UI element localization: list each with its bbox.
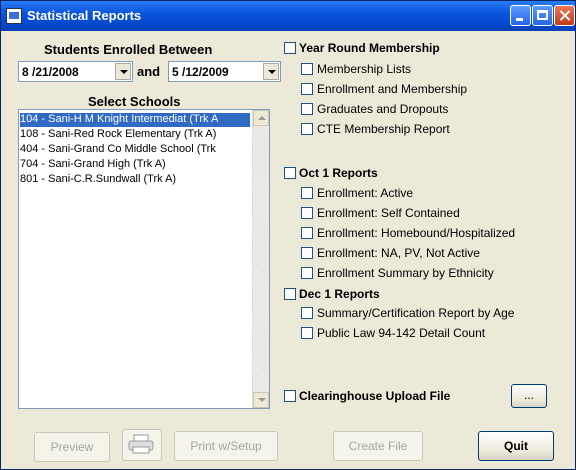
maximize-button[interactable] [532, 5, 553, 26]
school-item[interactable]: 704 - Sani-Grand High (Trk A) [20, 158, 250, 172]
enrollment-self-contained-label: Enrollment: Self Contained [317, 206, 460, 220]
membership-lists-label: Membership Lists [317, 62, 412, 76]
enrollment-ethnicity-checkbox[interactable] [301, 267, 313, 279]
browse-button[interactable]: ... [511, 384, 547, 408]
start-date-value: 8 /21/2008 [22, 65, 79, 79]
preview-button[interactable]: Preview [34, 432, 110, 462]
enrollment-homebound-checkbox[interactable] [301, 227, 313, 239]
and-label: and [137, 64, 161, 79]
oct1-checkbox[interactable] [284, 167, 296, 179]
graduates-dropouts-label: Graduates and Dropouts [317, 102, 449, 116]
end-date-combo[interactable]: 5 /12/2009 [168, 61, 281, 82]
summary-certification-checkbox[interactable] [301, 307, 313, 319]
enrollment-self-contained-checkbox[interactable] [301, 207, 313, 219]
membership-lists-checkbox[interactable] [301, 63, 313, 75]
print-button[interactable] [122, 429, 162, 461]
create-file-button[interactable]: Create File [333, 431, 423, 461]
enrollment-ethnicity-label: Enrollment Summary by Ethnicity [317, 266, 494, 280]
enrollment-active-checkbox[interactable] [301, 187, 313, 199]
enrollment-membership-checkbox[interactable] [301, 83, 313, 95]
public-law-label: Public Law 94-142 Detail Count [317, 326, 486, 340]
cte-membership-label: CTE Membership Report [317, 122, 450, 136]
scroll-down-icon[interactable] [253, 392, 269, 408]
close-button[interactable] [554, 5, 575, 26]
year-round-checkbox[interactable] [284, 42, 296, 54]
scroll-up-icon[interactable] [253, 110, 269, 126]
enrollment-homebound-label: Enrollment: Homebound/Hospitalized [317, 226, 516, 240]
clearinghouse-label: Clearinghouse Upload File [299, 389, 451, 403]
year-round-label: Year Round Membership [299, 41, 440, 55]
oct1-label: Oct 1 Reports [299, 166, 378, 180]
end-date-dropdown-icon[interactable] [263, 63, 279, 80]
school-item[interactable]: 104 - Sani-H M Knight Intermediat (Trk A [20, 113, 250, 127]
cte-membership-checkbox[interactable] [301, 123, 313, 135]
window-title: Statistical Reports [27, 8, 142, 23]
school-item[interactable]: 801 - Sani-C.R.Sundwall (Trk A) [20, 173, 250, 187]
enrollment-membership-label: Enrollment and Membership [317, 82, 468, 96]
school-item[interactable]: 404 - Sani-Grand Co Middle School (Trk [20, 143, 250, 157]
app-icon [6, 8, 22, 24]
public-law-checkbox[interactable] [301, 327, 313, 339]
dec1-label: Dec 1 Reports [299, 287, 380, 301]
print-setup-button[interactable]: Print w/Setup [174, 431, 278, 461]
date-range-label: Students Enrolled Between [44, 42, 213, 57]
graduates-dropouts-checkbox[interactable] [301, 103, 313, 115]
schools-scrollbar[interactable] [252, 110, 269, 408]
school-item[interactable]: 108 - Sani-Red Rock Elementary (Trk A) [20, 128, 250, 142]
start-date-combo[interactable]: 8 /21/2008 [18, 61, 133, 82]
printer-icon [128, 434, 154, 454]
quit-button[interactable]: Quit [478, 431, 554, 461]
end-date-value: 5 /12/2009 [172, 65, 229, 79]
start-date-dropdown-icon[interactable] [115, 63, 131, 80]
title-bar[interactable]: Statistical Reports [1, 1, 575, 31]
dec1-checkbox[interactable] [284, 288, 296, 300]
enrollment-not-active-label: Enrollment: NA, PV, Not Active [317, 246, 480, 260]
schools-listbox[interactable]: 104 - Sani-H M Knight Intermediat (Trk A… [18, 109, 270, 409]
summary-certification-label: Summary/Certification Report by Age [317, 306, 515, 320]
statistical-reports-window: Statistical Reports Students Enrolled Be… [0, 0, 576, 470]
clearinghouse-checkbox[interactable] [284, 390, 296, 402]
select-schools-label: Select Schools [88, 94, 181, 109]
enrollment-not-active-checkbox[interactable] [301, 247, 313, 259]
enrollment-active-label: Enrollment: Active [317, 186, 414, 200]
minimize-button[interactable] [510, 5, 531, 26]
